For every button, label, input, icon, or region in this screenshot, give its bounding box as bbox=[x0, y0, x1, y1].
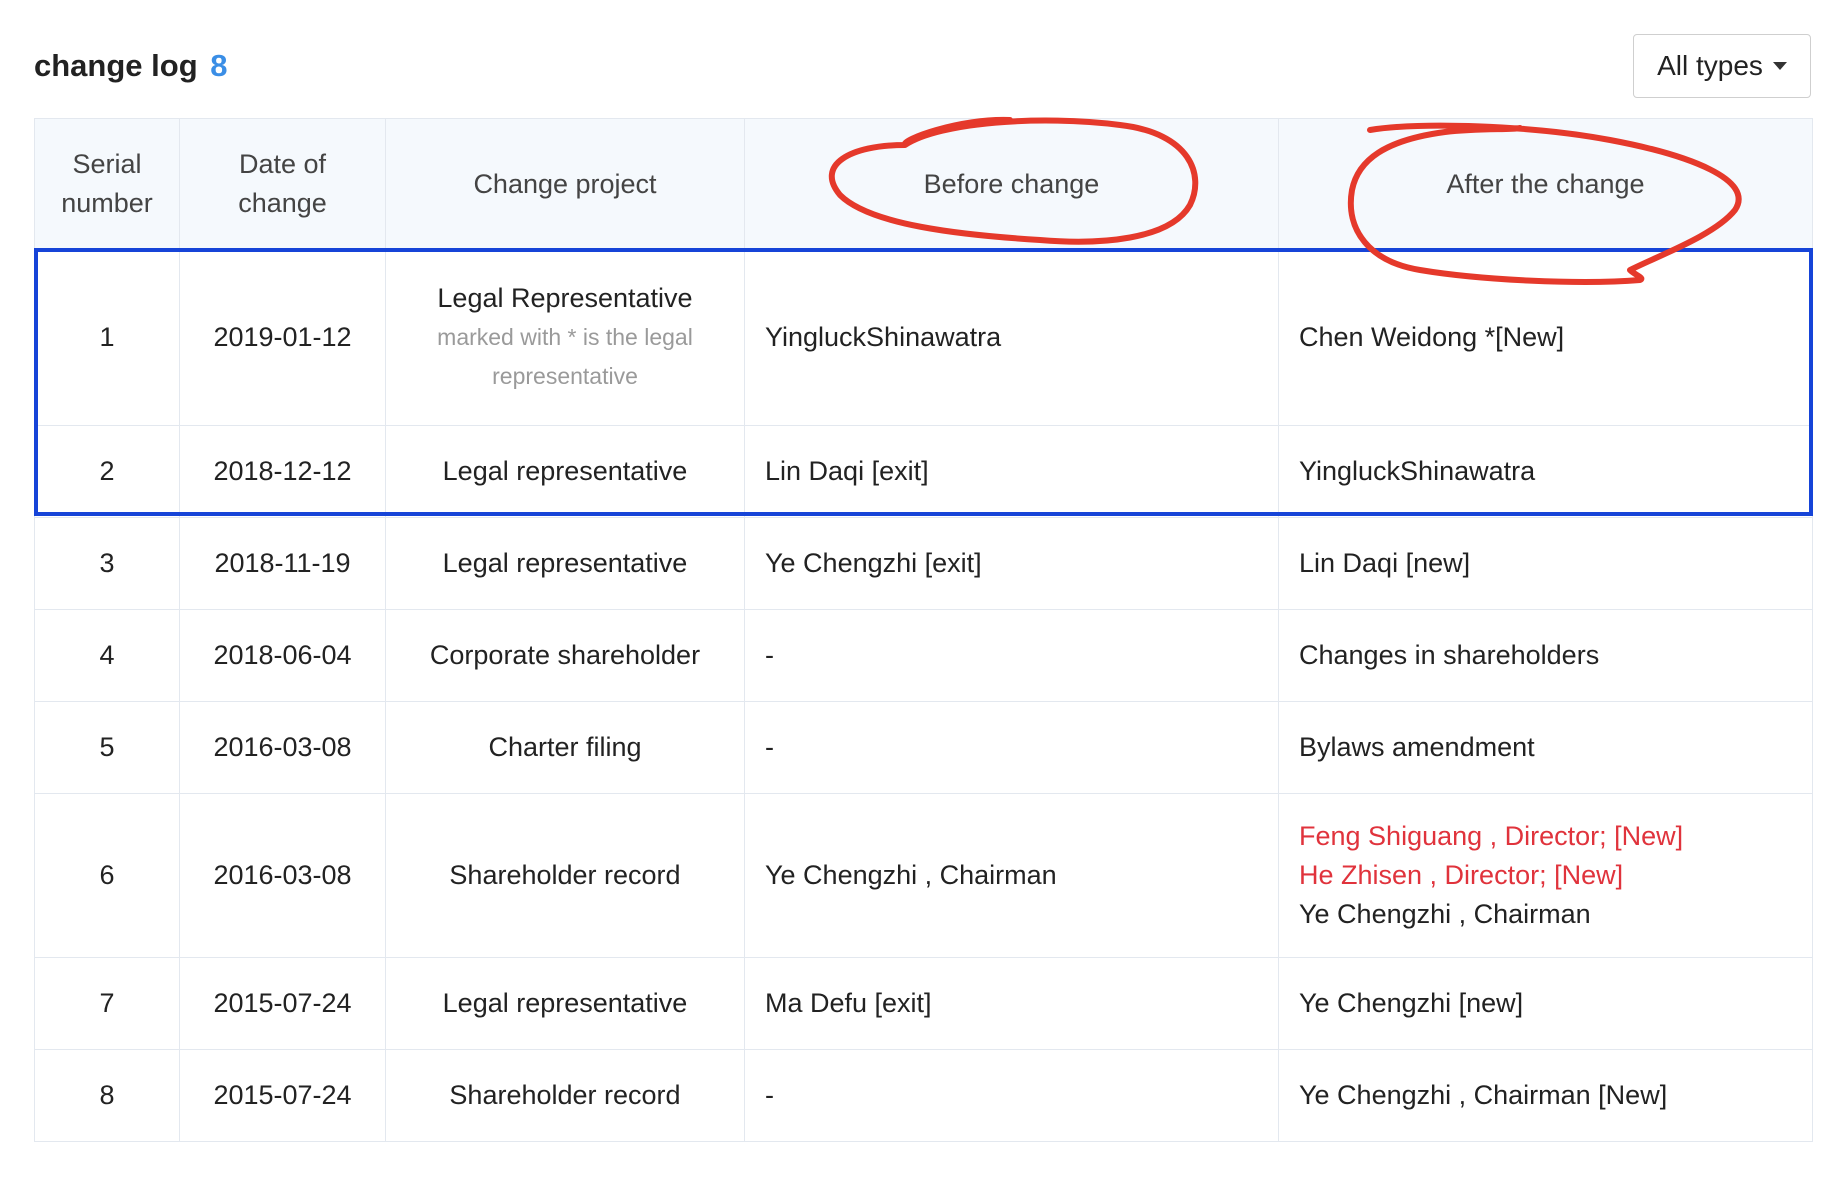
cell-before: - bbox=[744, 609, 1279, 702]
col-header-serial: Serial number bbox=[34, 118, 180, 250]
cell-before: Ma Defu [exit] bbox=[744, 957, 1279, 1050]
project-label: Legal Representative bbox=[437, 283, 693, 313]
cell-project: Legal representative bbox=[385, 425, 745, 518]
cell-before: Ye Chengzhi , Chairman bbox=[744, 793, 1279, 958]
cell-serial: 4 bbox=[34, 609, 180, 702]
record-count: 8 bbox=[210, 48, 228, 83]
cell-serial: 1 bbox=[34, 249, 180, 426]
cell-project: Legal representative bbox=[385, 957, 745, 1050]
table-row: 6 2016-03-08 Shareholder record Ye Cheng… bbox=[34, 793, 1813, 958]
col-header-after: After the change bbox=[1278, 118, 1813, 250]
cell-after: Ye Chengzhi , Chairman [New] bbox=[1278, 1049, 1813, 1142]
type-filter-dropdown[interactable]: All types bbox=[1633, 34, 1811, 98]
cell-after: YingluckShinawatra bbox=[1278, 425, 1813, 518]
cell-date: 2016-03-08 bbox=[179, 701, 386, 794]
table-row: 3 2018-11-19 Legal representative Ye Che… bbox=[34, 517, 1813, 610]
page-title: change log 8 bbox=[34, 48, 228, 84]
table-row: 1 2019-01-12 Legal Representative marked… bbox=[34, 249, 1813, 426]
after-line: Ye Chengzhi , Chairman bbox=[1299, 899, 1591, 929]
cell-after: Chen Weidong *[New] bbox=[1278, 249, 1813, 426]
col-header-before: Before change bbox=[744, 118, 1279, 250]
cell-project: Shareholder record bbox=[385, 1049, 745, 1142]
cell-serial: 3 bbox=[34, 517, 180, 610]
cell-project: Shareholder record bbox=[385, 793, 745, 958]
cell-serial: 5 bbox=[34, 701, 180, 794]
change-log-table: Serial number Date of change Change proj… bbox=[34, 118, 1813, 1142]
cell-serial: 8 bbox=[34, 1049, 180, 1142]
cell-date: 2016-03-08 bbox=[179, 793, 386, 958]
cell-after: Changes in shareholders bbox=[1278, 609, 1813, 702]
cell-before: - bbox=[744, 1049, 1279, 1142]
cell-date: 2015-07-24 bbox=[179, 1049, 386, 1142]
legal-rep-note: marked with * is the legal representativ… bbox=[437, 324, 693, 389]
table-row: 4 2018-06-04 Corporate shareholder - Cha… bbox=[34, 609, 1813, 702]
table-row: 2 2018-12-12 Legal representative Lin Da… bbox=[34, 425, 1813, 518]
cell-before: - bbox=[744, 701, 1279, 794]
table-header-row: Serial number Date of change Change proj… bbox=[34, 118, 1813, 250]
page-title-text: change log bbox=[34, 48, 198, 83]
caret-down-icon bbox=[1772, 62, 1787, 70]
cell-before: Lin Daqi [exit] bbox=[744, 425, 1279, 518]
cell-project: Charter filing bbox=[385, 701, 745, 794]
table-row: 5 2016-03-08 Charter filing - Bylaws ame… bbox=[34, 701, 1813, 794]
cell-date: 2018-11-19 bbox=[179, 517, 386, 610]
cell-date: 2018-06-04 bbox=[179, 609, 386, 702]
after-line: Feng Shiguang , Director; [New] bbox=[1299, 821, 1684, 851]
cell-serial: 2 bbox=[34, 425, 180, 518]
cell-after: Lin Daqi [new] bbox=[1278, 517, 1813, 610]
table-row: 7 2015-07-24 Legal representative Ma Def… bbox=[34, 957, 1813, 1050]
cell-serial: 7 bbox=[34, 957, 180, 1050]
cell-project: Legal Representative marked with * is th… bbox=[385, 249, 745, 426]
cell-date: 2015-07-24 bbox=[179, 957, 386, 1050]
cell-after: Feng Shiguang , Director; [New] He Zhise… bbox=[1278, 793, 1813, 958]
cell-after: Bylaws amendment bbox=[1278, 701, 1813, 794]
col-header-date: Date of change bbox=[179, 118, 386, 250]
col-header-project: Change project bbox=[385, 118, 745, 250]
cell-date: 2018-12-12 bbox=[179, 425, 386, 518]
change-log-page: change log 8 All types Serial number Dat… bbox=[0, 0, 1842, 1180]
cell-serial: 6 bbox=[34, 793, 180, 958]
table-row: 8 2015-07-24 Shareholder record - Ye Che… bbox=[34, 1049, 1813, 1142]
cell-after: Ye Chengzhi [new] bbox=[1278, 957, 1813, 1050]
after-line: He Zhisen , Director; [New] bbox=[1299, 860, 1624, 890]
cell-date: 2019-01-12 bbox=[179, 249, 386, 426]
cell-project: Legal representative bbox=[385, 517, 745, 610]
cell-before: YingluckShinawatra bbox=[744, 249, 1279, 426]
cell-project: Corporate shareholder bbox=[385, 609, 745, 702]
type-filter-label: All types bbox=[1657, 50, 1763, 81]
cell-before: Ye Chengzhi [exit] bbox=[744, 517, 1279, 610]
